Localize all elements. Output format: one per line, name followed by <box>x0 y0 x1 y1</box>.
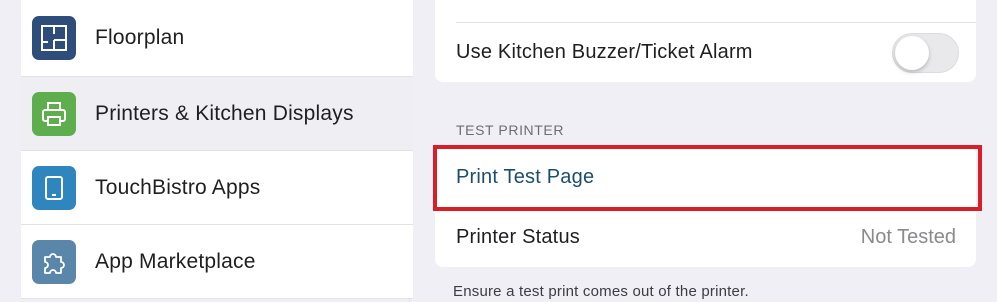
printer-status-label: Printer Status <box>456 225 580 248</box>
sidebar-item-printers[interactable]: Printers & Kitchen Displays <box>21 77 413 151</box>
toggle-knob <box>895 36 929 70</box>
tablet-icon <box>32 165 76 210</box>
test-printer-footnote: Ensure a test print comes out of the pri… <box>453 283 749 300</box>
print-test-page-button[interactable]: Print Test Page <box>456 166 594 189</box>
printer-status-row: Printer Status Not Tested <box>435 207 976 267</box>
sidebar-item-app-marketplace[interactable]: App Marketplace <box>21 225 413 299</box>
sidebar-item-label: Floorplan <box>95 26 185 49</box>
sidebar-item-touchbistro-apps[interactable]: TouchBistro Apps <box>21 151 413 225</box>
kitchen-buzzer-toggle[interactable] <box>892 33 959 73</box>
kitchen-buzzer-row: Use Kitchen Buzzer/Ticket Alarm <box>435 22 976 82</box>
puzzle-icon <box>32 239 76 284</box>
truncated-row: ··· <box>435 0 976 22</box>
sidebar-item-label: Printers & Kitchen Displays <box>95 101 354 125</box>
settings-card: ··· Use Kitchen Buzzer/Ticket Alarm <box>435 0 976 82</box>
sidebar-item-label: TouchBistro Apps <box>95 175 261 199</box>
sidebar-item-label: App Marketplace <box>95 249 256 273</box>
kitchen-buzzer-label: Use Kitchen Buzzer/Ticket Alarm <box>456 40 753 63</box>
sidebar-menu: Floorplan Printers & Kitchen Displays To… <box>21 0 413 299</box>
sidebar: Floorplan Printers & Kitchen Displays To… <box>0 0 413 302</box>
test-printer-card: Print Test Page Printer Status Not Teste… <box>435 147 976 267</box>
printer-icon <box>32 91 76 136</box>
printer-status-value: Not Tested <box>860 225 956 248</box>
section-header-test-printer: TEST PRINTER <box>456 122 565 138</box>
print-test-page-row[interactable]: Print Test Page <box>435 147 976 207</box>
settings-screen: Floorplan Printers & Kitchen Displays To… <box>0 0 997 302</box>
sidebar-item-floorplan[interactable]: Floorplan <box>21 0 413 77</box>
detail-panel: ··· Use Kitchen Buzzer/Ticket Alarm TEST… <box>411 0 997 302</box>
floorplan-icon <box>32 16 76 60</box>
